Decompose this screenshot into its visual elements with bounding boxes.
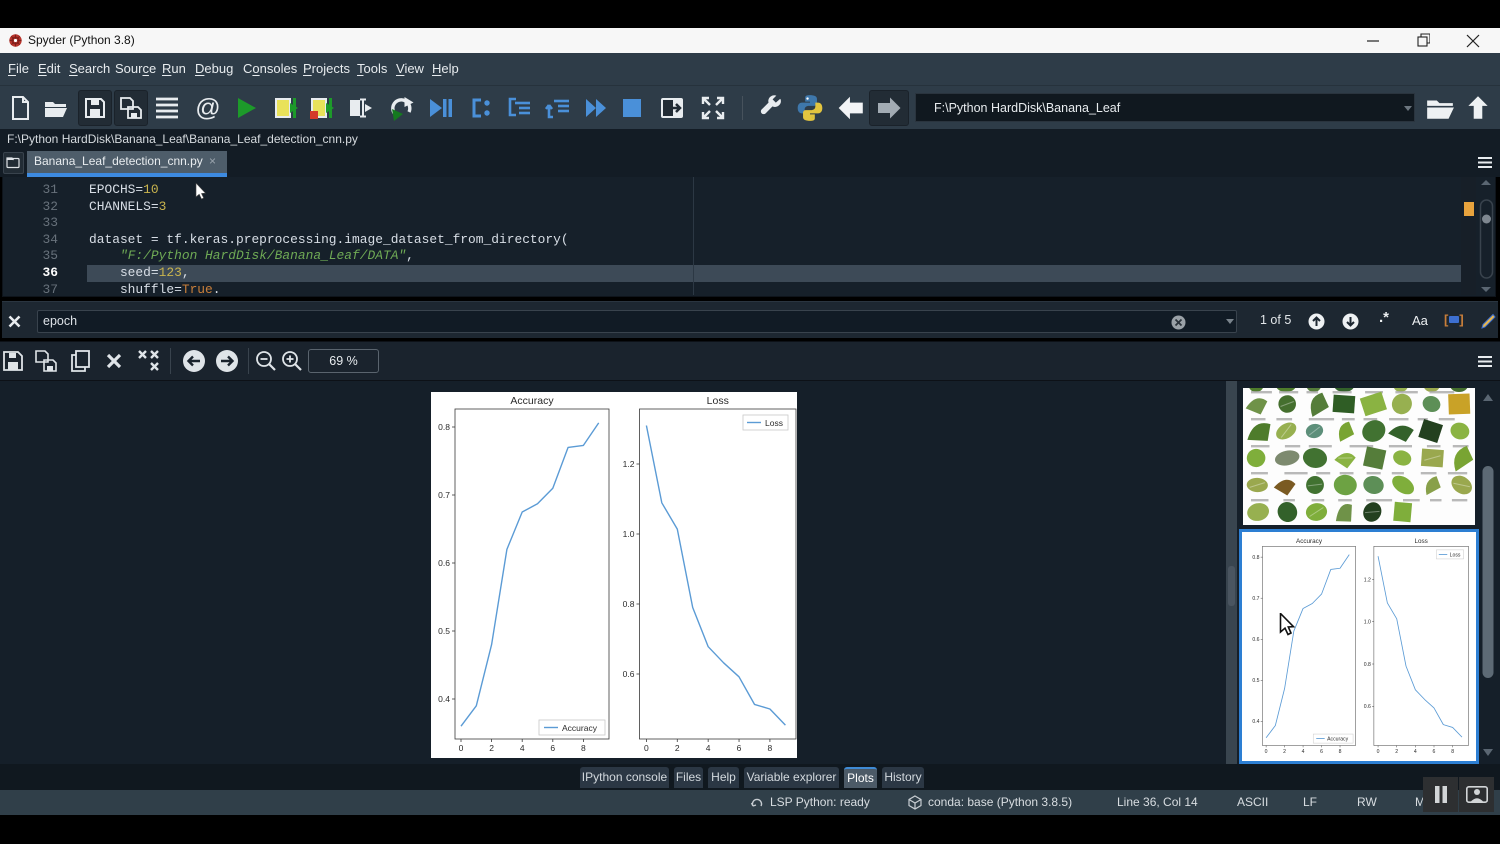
svg-text:0.5: 0.5 bbox=[1252, 678, 1259, 684]
svg-text:1.0: 1.0 bbox=[1364, 620, 1371, 626]
svg-text:8: 8 bbox=[1339, 749, 1342, 755]
svg-text:0.7: 0.7 bbox=[1252, 596, 1259, 602]
svg-text:0.6: 0.6 bbox=[1364, 704, 1371, 710]
svg-text:Loss: Loss bbox=[765, 418, 783, 428]
svg-text:0.8: 0.8 bbox=[1364, 662, 1371, 668]
svg-text:0.6: 0.6 bbox=[1252, 637, 1259, 643]
svg-text:8: 8 bbox=[581, 743, 586, 753]
svg-text:0: 0 bbox=[1377, 749, 1380, 755]
svg-text:2: 2 bbox=[1283, 749, 1286, 755]
svg-text:0: 0 bbox=[1265, 749, 1268, 755]
svg-text:4: 4 bbox=[706, 743, 711, 753]
svg-text:0.8: 0.8 bbox=[1252, 555, 1259, 561]
svg-text:6: 6 bbox=[737, 743, 742, 753]
svg-text:4: 4 bbox=[520, 743, 525, 753]
svg-text:2: 2 bbox=[489, 743, 494, 753]
svg-text:8: 8 bbox=[1451, 749, 1454, 755]
svg-text:0.8: 0.8 bbox=[438, 422, 450, 432]
svg-text:1.2: 1.2 bbox=[1364, 577, 1371, 583]
svg-text:8: 8 bbox=[768, 743, 773, 753]
svg-text:Accuracy: Accuracy bbox=[510, 395, 554, 407]
svg-text:Accuracy: Accuracy bbox=[1327, 737, 1349, 743]
svg-text:1.2: 1.2 bbox=[623, 459, 635, 469]
svg-text:Loss: Loss bbox=[1450, 553, 1461, 559]
svg-text:0.5: 0.5 bbox=[438, 626, 450, 636]
svg-text:Accuracy: Accuracy bbox=[1296, 538, 1323, 545]
svg-text:0.4: 0.4 bbox=[438, 694, 450, 704]
svg-text:0: 0 bbox=[644, 743, 649, 753]
svg-text:Loss: Loss bbox=[1414, 538, 1427, 545]
svg-text:2: 2 bbox=[675, 743, 680, 753]
svg-text:1.0: 1.0 bbox=[623, 529, 635, 539]
svg-text:Accuracy: Accuracy bbox=[562, 723, 598, 733]
svg-text:6: 6 bbox=[550, 743, 555, 753]
svg-text:0.4: 0.4 bbox=[1252, 719, 1259, 725]
svg-text:2: 2 bbox=[1395, 749, 1398, 755]
svg-text:0.7: 0.7 bbox=[438, 490, 450, 500]
svg-text:0.8: 0.8 bbox=[623, 599, 635, 609]
svg-text:4: 4 bbox=[1414, 749, 1417, 755]
svg-text:4: 4 bbox=[1302, 749, 1305, 755]
svg-text:0.6: 0.6 bbox=[438, 558, 450, 568]
svg-text:Loss: Loss bbox=[707, 395, 729, 407]
svg-text:0.6: 0.6 bbox=[623, 669, 635, 679]
svg-text:6: 6 bbox=[1320, 749, 1323, 755]
svg-text:0: 0 bbox=[459, 743, 464, 753]
svg-text:6: 6 bbox=[1433, 749, 1436, 755]
